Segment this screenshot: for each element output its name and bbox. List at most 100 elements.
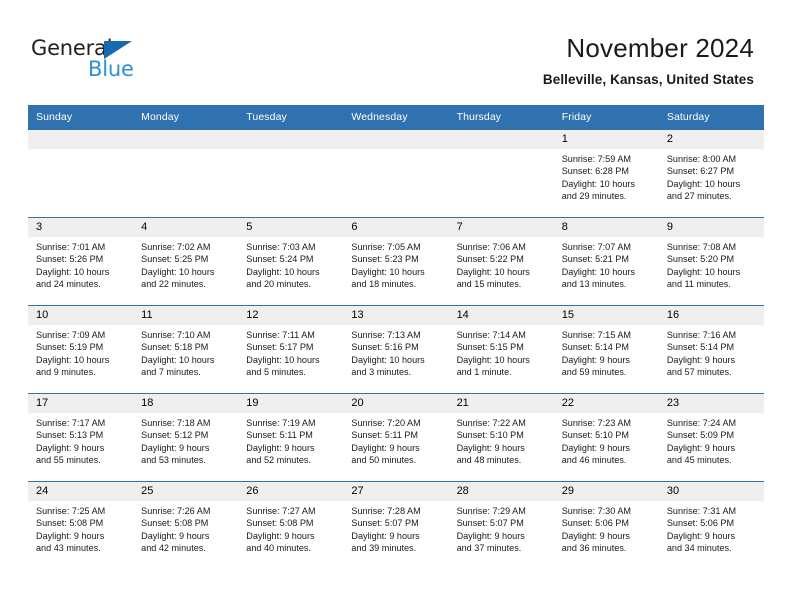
sunset-time: Sunset: 5:18 PM <box>141 342 209 353</box>
daylight-duration-line1: Daylight: 10 hours <box>456 354 530 365</box>
sunrise-time: Sunrise: 7:09 AM <box>36 330 106 340</box>
day-details: Sunrise: 7:07 AM Sunset: 5:21 PM Daylight:… <box>554 237 659 290</box>
day-details: Sunrise: 7:15 AM Sunset: 5:14 PM Daylight:… <box>554 325 659 378</box>
weekday-header-sunday: Sunday <box>28 105 134 130</box>
day-details: Sunrise: 7:08 AM Sunset: 5:20 PM Daylight:… <box>659 237 764 290</box>
day-cell[interactable]: 29 Sunrise: 7:30 AM Sunset: 5:06 PM Dayligh… <box>553 481 659 570</box>
day-cell[interactable]: 16 Sunrise: 7:16 AM Sunset: 5:14 PM Dayligh… <box>658 305 764 394</box>
day-cell[interactable]: 7 Sunrise: 7:06 AM Sunset: 5:22 PM Daylight… <box>448 217 554 306</box>
day-cell[interactable]: 18 Sunrise: 7:18 AM Sunset: 5:12 PM Dayligh… <box>133 393 239 482</box>
day-cell[interactable]: 26 Sunrise: 7:27 AM Sunset: 5:08 PM Dayligh… <box>238 481 344 570</box>
day-cell[interactable]: 2 Sunrise: 8:00 AM Sunset: 6:27 PM Daylight… <box>658 129 764 218</box>
calendar-page: General Blue November 2024 Belleville, K… <box>0 0 792 612</box>
day-details: Sunrise: 7:06 AM Sunset: 5:22 PM Daylight:… <box>449 237 554 290</box>
empty-day-band <box>448 129 554 149</box>
daylight-duration-line1: Daylight: 9 hours <box>561 354 630 365</box>
calendar-table: Sunday Monday Tuesday Wednesday Thursday Frid… <box>28 105 764 570</box>
day-details: Sunrise: 7:27 AM Sunset: 5:08 PM Daylight:… <box>238 501 343 554</box>
day-cell[interactable]: 15 Sunrise: 7:15 AM Sunset: 5:14 PM Dayligh… <box>553 305 659 394</box>
day-details: Sunrise: 7:30 AM Sunset: 5:06 PM Daylight:… <box>554 501 659 554</box>
daylight-duration-line1: Daylight: 10 hours <box>561 178 635 189</box>
sunset-time: Sunset: 5:25 PM <box>141 254 209 265</box>
day-cell[interactable]: 5 Sunrise: 7:03 AM Sunset: 5:24 PM Daylight… <box>238 217 344 306</box>
day-number: 25 <box>133 482 239 501</box>
sunset-time: Sunset: 5:20 PM <box>666 254 735 265</box>
day-cell[interactable]: 14 Sunrise: 7:14 AM Sunset: 5:15 PM Dayligh… <box>448 305 554 394</box>
day-details: Sunrise: 7:24 AM Sunset: 5:09 PM Daylight:… <box>659 413 764 466</box>
day-cell[interactable]: 10 Sunrise: 7:09 AM Sunset: 5:19 PM Dayligh… <box>28 305 134 394</box>
day-cell[interactable]: 3 Sunrise: 7:01 AM Sunset: 5:26 PM Daylight… <box>28 217 134 306</box>
day-cell[interactable]: 6 Sunrise: 7:05 AM Sunset: 5:23 PM Daylight… <box>343 217 449 306</box>
daylight-duration-line2: and 29 minutes. <box>561 190 627 201</box>
day-cell[interactable]: 19 Sunrise: 7:19 AM Sunset: 5:11 PM Dayligh… <box>238 393 344 482</box>
daylight-duration-line1: Daylight: 9 hours <box>351 442 420 453</box>
day-details: Sunrise: 7:05 AM Sunset: 5:23 PM Daylight:… <box>343 237 448 290</box>
day-cell[interactable]: 25 Sunrise: 7:26 AM Sunset: 5:08 PM Dayligh… <box>133 481 239 570</box>
day-details: Sunrise: 7:09 AM Sunset: 5:19 PM Daylight:… <box>28 325 133 378</box>
daylight-duration-line1: Daylight: 9 hours <box>141 442 210 453</box>
daylight-duration-line1: Daylight: 9 hours <box>561 442 630 453</box>
sunset-time: Sunset: 5:26 PM <box>36 254 104 265</box>
daylight-duration-line1: Daylight: 10 hours <box>246 354 320 365</box>
sunrise-time: Sunrise: 7:30 AM <box>561 506 631 516</box>
sunset-time: Sunset: 5:12 PM <box>141 430 209 441</box>
day-details: Sunrise: 7:20 AM Sunset: 5:11 PM Daylight:… <box>343 413 448 466</box>
day-details: Sunrise: 7:19 AM Sunset: 5:11 PM Daylight:… <box>238 413 343 466</box>
daylight-duration-line2: and 22 minutes. <box>141 278 206 289</box>
sunrise-time: Sunrise: 7:07 AM <box>561 242 631 252</box>
day-cell[interactable]: 23 Sunrise: 7:24 AM Sunset: 5:09 PM Dayligh… <box>658 393 764 482</box>
daylight-duration-line2: and 27 minutes. <box>666 190 732 201</box>
sunrise-time: Sunrise: 7:25 AM <box>36 506 106 516</box>
day-number: 16 <box>658 306 764 325</box>
calendar-week-row: 3 Sunrise: 7:01 AM Sunset: 5:26 PM Daylight… <box>28 217 764 306</box>
daylight-duration-line2: and 50 minutes. <box>351 454 417 465</box>
day-cell[interactable]: 20 Sunrise: 7:20 AM Sunset: 5:11 PM Dayligh… <box>343 393 449 482</box>
day-number: 3 <box>28 218 134 237</box>
day-cell[interactable]: 22 Sunrise: 7:23 AM Sunset: 5:10 PM Dayligh… <box>553 393 659 482</box>
weekday-header-friday: Friday <box>553 105 659 130</box>
general-blue-logo[interactable]: General Blue <box>31 36 151 82</box>
daylight-duration-line1: Daylight: 9 hours <box>666 442 736 453</box>
daylight-duration-line2: and 20 minutes. <box>246 278 311 289</box>
day-details: Sunrise: 7:03 AM Sunset: 5:24 PM Daylight:… <box>238 237 343 290</box>
day-cell[interactable]: 24 Sunrise: 7:25 AM Sunset: 5:08 PM Dayligh… <box>28 481 134 570</box>
day-cell[interactable]: 30 Sunrise: 7:31 AM Sunset: 5:06 PM Dayligh… <box>658 481 764 570</box>
day-cell[interactable]: 13 Sunrise: 7:13 AM Sunset: 5:16 PM Dayligh… <box>343 305 449 394</box>
day-number: 14 <box>448 306 554 325</box>
sunset-time: Sunset: 5:16 PM <box>351 342 419 353</box>
empty-day-band <box>238 129 344 149</box>
daylight-duration-line2: and 9 minutes. <box>36 366 96 377</box>
day-cell[interactable]: 9 Sunrise: 7:08 AM Sunset: 5:20 PM Daylight… <box>658 217 764 306</box>
daylight-duration-line2: and 43 minutes. <box>36 542 101 553</box>
sunrise-time: Sunrise: 7:31 AM <box>666 506 737 516</box>
day-cell[interactable]: 17 Sunrise: 7:17 AM Sunset: 5:13 PM Dayligh… <box>28 393 134 482</box>
day-number: 30 <box>658 482 764 501</box>
daylight-duration-line2: and 7 minutes. <box>141 366 201 377</box>
day-details: Sunrise: 7:02 AM Sunset: 5:25 PM Daylight:… <box>133 237 238 290</box>
daylight-duration-line2: and 39 minutes. <box>351 542 417 553</box>
daylight-duration-line1: Daylight: 9 hours <box>36 442 105 453</box>
day-cell[interactable]: 1 Sunrise: 7:59 AM Sunset: 6:28 PM Daylight… <box>553 129 659 218</box>
daylight-duration-line1: Daylight: 10 hours <box>141 266 215 277</box>
calendar-header-row: Sunday Monday Tuesday Wednesday Thursday Frid… <box>28 105 764 130</box>
daylight-duration-line1: Daylight: 9 hours <box>36 530 105 541</box>
calendar-week-row: 1 Sunrise: 7:59 AM Sunset: 6:28 PM Daylight… <box>28 129 764 218</box>
day-cell[interactable]: 11 Sunrise: 7:10 AM Sunset: 5:18 PM Dayligh… <box>133 305 239 394</box>
daylight-duration-line2: and 34 minutes. <box>666 542 732 553</box>
day-cell[interactable]: 8 Sunrise: 7:07 AM Sunset: 5:21 PM Daylight… <box>553 217 659 306</box>
daylight-duration-line2: and 53 minutes. <box>141 454 206 465</box>
daylight-duration-line2: and 52 minutes. <box>246 454 311 465</box>
day-cell[interactable]: 12 Sunrise: 7:11 AM Sunset: 5:17 PM Dayligh… <box>238 305 344 394</box>
day-number: 15 <box>553 306 659 325</box>
day-cell[interactable]: 27 Sunrise: 7:28 AM Sunset: 5:07 PM Dayligh… <box>343 481 449 570</box>
day-number: 13 <box>343 306 449 325</box>
daylight-duration-line1: Daylight: 10 hours <box>456 266 530 277</box>
sunrise-time: Sunrise: 7:11 AM <box>246 330 315 340</box>
day-details: Sunrise: 7:14 AM Sunset: 5:15 PM Daylight:… <box>449 325 554 378</box>
day-cell[interactable]: 4 Sunrise: 7:02 AM Sunset: 5:25 PM Daylight… <box>133 217 239 306</box>
daylight-duration-line1: Daylight: 10 hours <box>141 354 215 365</box>
sunrise-time: Sunrise: 7:10 AM <box>141 330 211 340</box>
day-cell[interactable]: 21 Sunrise: 7:22 AM Sunset: 5:10 PM Dayligh… <box>448 393 554 482</box>
sunset-time: Sunset: 5:22 PM <box>456 254 524 265</box>
day-cell[interactable]: 28 Sunrise: 7:29 AM Sunset: 5:07 PM Dayligh… <box>448 481 554 570</box>
